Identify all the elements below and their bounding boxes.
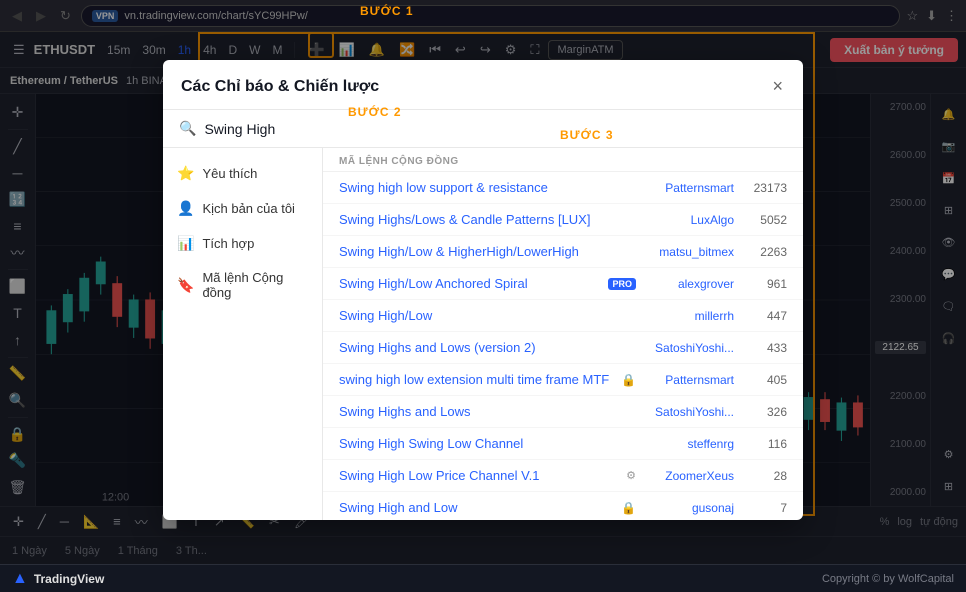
result-name-4: Swing High/Low (339, 308, 636, 323)
sidebar-item-integrations[interactable]: 📊 Tích hợp (163, 226, 322, 261)
result-author-8: steffenrg (644, 437, 734, 451)
result-count-2: 2263 (742, 245, 787, 259)
result-count-1: 5052 (742, 213, 787, 227)
result-item-3[interactable]: Swing High/Low Anchored Spiral PRO alexgro… (323, 268, 803, 300)
result-name-5: Swing Highs and Lows (version 2) (339, 340, 636, 355)
result-item-10[interactable]: Swing High and Low 🔒 gusonaj 7 (323, 492, 803, 520)
sidebar-label-favorites: Yêu thích (202, 166, 257, 181)
result-lock-icon-10: 🔒 (621, 501, 636, 515)
result-item-8[interactable]: Swing High Swing Low Channel steffenrg 116 (323, 428, 803, 460)
result-author-10: gusonaj (644, 501, 734, 515)
result-item-0[interactable]: Swing high low support & resistance Patte… (323, 172, 803, 204)
result-name-1: Swing Highs/Lows & Candle Patterns [LUX] (339, 212, 636, 227)
result-count-5: 433 (742, 341, 787, 355)
footer-brand: ▲ TradingView (12, 570, 104, 588)
result-author-3: alexgrover (644, 277, 734, 291)
modal-body: ⭐ Yêu thích 👤 Kịch bản của tôi 📊 Tích hợ… (163, 148, 803, 520)
result-author-7: SatoshiYoshi... (644, 405, 734, 419)
chart-icon: 📊 (177, 235, 194, 252)
results-list: Swing high low support & resistance Patte… (323, 172, 803, 520)
result-name-7: Swing Highs and Lows (339, 404, 636, 419)
result-item-6[interactable]: swing high low extension multi time fram… (323, 364, 803, 396)
search-icon: 🔍 (179, 120, 196, 137)
sidebar-label-integrations: Tích hợp (202, 236, 254, 251)
tradingview-logo: ▲ (12, 570, 28, 588)
sidebar-item-favorites[interactable]: ⭐ Yêu thích (163, 156, 322, 191)
person-icon: 👤 (177, 200, 194, 217)
result-item-9[interactable]: Swing High Low Price Channel V.1 ⚙ ZoomerX… (323, 460, 803, 492)
modal-title: Các Chỉ báo & Chiến lược (181, 78, 379, 96)
footer-copyright: Copyright © by WolfCapital (822, 573, 954, 585)
result-count-10: 7 (742, 501, 787, 515)
modal-results: MÃ LỆNH CỘNG ĐỒNG Swing high low support… (323, 148, 803, 520)
result-item-4[interactable]: Swing High/Low millerrh 447 (323, 300, 803, 332)
sidebar-label-my-scripts: Kịch bản của tôi (202, 201, 295, 216)
result-settings-icon-9: ⚙ (626, 469, 636, 482)
result-name-9: Swing High Low Price Channel V.1 (339, 468, 618, 483)
sidebar-item-my-scripts[interactable]: 👤 Kịch bản của tôi (163, 191, 322, 226)
result-name-10: Swing High and Low (339, 500, 613, 515)
modal-search-bar: 🔍 (163, 110, 803, 148)
sidebar-item-community[interactable]: 🔖 Mã lệnh Cộng đồng (163, 261, 322, 309)
footer: ▲ TradingView Copyright © by WolfCapital (0, 564, 966, 592)
sidebar-label-community: Mã lệnh Cộng đồng (202, 270, 308, 300)
result-badge-3: PRO (608, 278, 636, 290)
result-author-5: SatoshiYoshi... (644, 341, 734, 355)
modal-close-button[interactable]: × (770, 74, 785, 99)
result-count-0: 23173 (742, 181, 787, 195)
modal-header: Các Chỉ báo & Chiến lược × (163, 60, 803, 110)
result-author-4: millerrh (644, 309, 734, 323)
result-author-6: Patternsmart (644, 373, 734, 387)
result-item-7[interactable]: Swing Highs and Lows SatoshiYoshi... 326 (323, 396, 803, 428)
star-icon: ⭐ (177, 165, 194, 182)
result-count-9: 28 (742, 469, 787, 483)
search-input[interactable] (204, 121, 787, 137)
result-item-2[interactable]: Swing High/Low & HigherHigh/LowerHigh mat… (323, 236, 803, 268)
result-lock-icon-6: 🔒 (621, 373, 636, 387)
result-item-1[interactable]: Swing Highs/Lows & Candle Patterns [LUX]… (323, 204, 803, 236)
result-count-7: 326 (742, 405, 787, 419)
result-name-3: Swing High/Low Anchored Spiral (339, 276, 600, 291)
modal-sidebar: ⭐ Yêu thích 👤 Kịch bản của tôi 📊 Tích hợ… (163, 148, 323, 520)
result-name-0: Swing high low support & resistance (339, 180, 636, 195)
result-author-9: ZoomerXeus (644, 469, 734, 483)
result-count-6: 405 (742, 373, 787, 387)
result-count-4: 447 (742, 309, 787, 323)
result-item-5[interactable]: Swing Highs and Lows (version 2) SatoshiY… (323, 332, 803, 364)
results-section-header: MÃ LỆNH CỘNG ĐỒNG (323, 148, 803, 172)
result-count-8: 116 (742, 437, 787, 451)
result-author-2: matsu_bitmex (644, 245, 734, 259)
bookmark-icon-side: 🔖 (177, 277, 194, 294)
footer-brand-name: TradingView (34, 572, 104, 586)
modal-overlay[interactable]: Các Chỉ báo & Chiến lược × 🔍 ⭐ Yêu thích… (0, 0, 966, 564)
result-name-2: Swing High/Low & HigherHigh/LowerHigh (339, 244, 636, 259)
result-count-3: 961 (742, 277, 787, 291)
result-name-6: swing high low extension multi time fram… (339, 372, 613, 387)
result-author-1: LuxAlgo (644, 213, 734, 227)
modal: Các Chỉ báo & Chiến lược × 🔍 ⭐ Yêu thích… (163, 60, 803, 520)
result-name-8: Swing High Swing Low Channel (339, 436, 636, 451)
result-author-0: Patternsmart (644, 181, 734, 195)
